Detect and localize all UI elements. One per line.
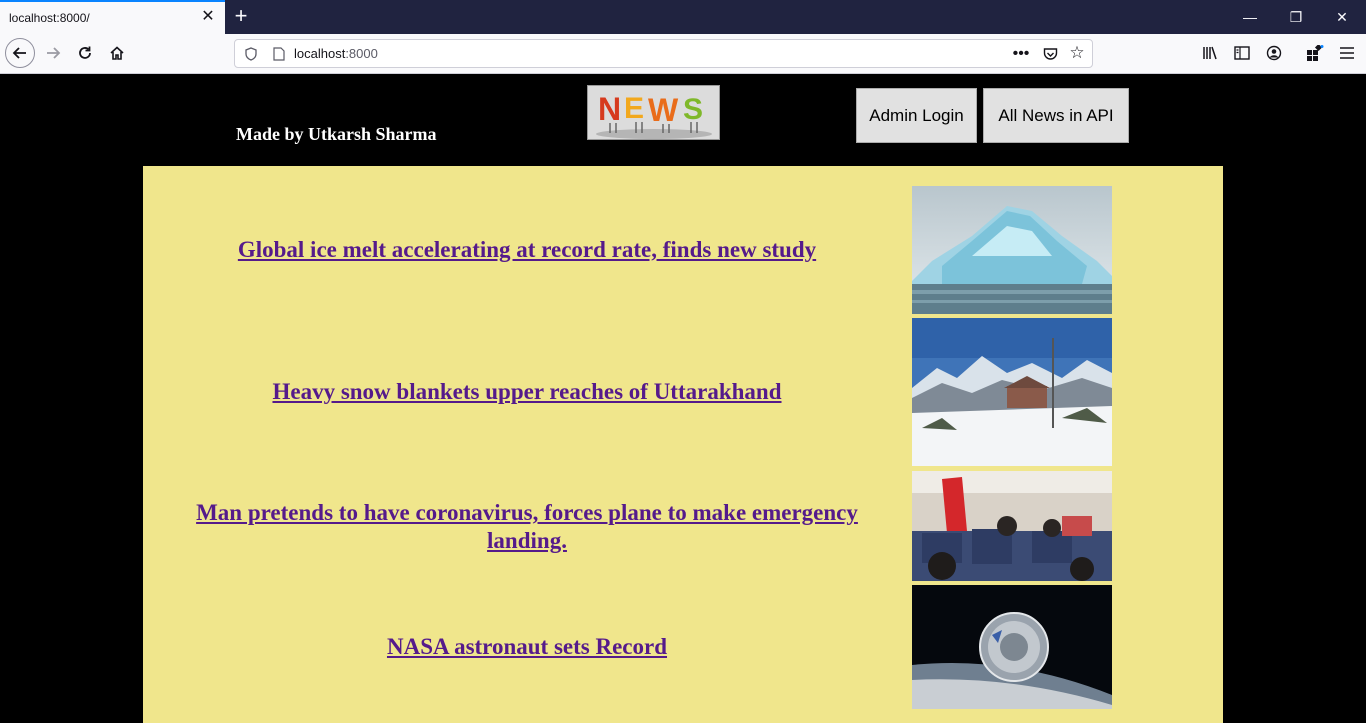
tab-title: localhost:8000/ [9, 11, 90, 25]
restore-icon[interactable]: ❐ [1281, 6, 1311, 28]
iceberg-photo-art [912, 186, 1112, 314]
account-icon[interactable] [1265, 44, 1283, 62]
reload-icon [79, 46, 91, 59]
airplane-cabin-photo[interactable] [912, 471, 1112, 581]
library-icon[interactable] [1201, 44, 1219, 62]
author-credit: Made by Utkarsh Sharma [236, 124, 437, 144]
pocket-icon[interactable] [1041, 45, 1059, 63]
address-bar[interactable]: localhost:8000 ••• ☆ [234, 39, 1093, 68]
back-button[interactable] [5, 38, 35, 68]
news-logo: N E W S [587, 85, 720, 140]
back-arrow-icon [12, 47, 26, 59]
news-logo-art: N E W S [588, 86, 719, 139]
admin-login-button[interactable]: Admin Login [856, 88, 977, 143]
forward-arrow-icon [47, 47, 61, 59]
page-content: Made by Utkarsh Sharma N E W S Admin Log… [0, 74, 1366, 723]
snowy-mountains-photo-art [912, 318, 1112, 466]
navigation-bar: localhost:8000 ••• ☆ [0, 34, 1366, 74]
tab-bar: localhost:8000/ ✕ + — ❐ ✕ [0, 0, 1366, 34]
new-tab-icon[interactable]: + [229, 4, 253, 28]
logo-letter: S [683, 93, 703, 126]
news-item: Heavy snow blankets upper reaches of Utt… [143, 318, 1223, 466]
shield-icon[interactable] [243, 46, 259, 62]
news-headline-link[interactable]: Global ice melt accelerating at record r… [173, 236, 881, 264]
url-text: localhost:8000 [294, 46, 378, 61]
snowy-mountains-photo[interactable] [912, 318, 1112, 466]
logo-letter: W [648, 92, 679, 128]
menu-icon[interactable] [1338, 44, 1356, 62]
logo-letter: N [598, 91, 621, 127]
airplane-cabin-photo-art [912, 471, 1112, 581]
page-actions-icon[interactable]: ••• [1011, 45, 1031, 63]
news-item: Man pretends to have coronavirus, forces… [143, 471, 1223, 581]
page-icon [271, 46, 287, 62]
space-capsule-photo-art [912, 585, 1112, 709]
iceberg-photo[interactable] [912, 186, 1112, 314]
url-port: :8000 [345, 46, 378, 61]
close-tab-icon[interactable]: ✕ [199, 8, 217, 26]
reload-button[interactable] [70, 38, 100, 68]
browser-tab[interactable]: localhost:8000/ ✕ [0, 0, 225, 34]
extensions-icon[interactable] [1305, 44, 1325, 62]
news-list: Global ice melt accelerating at record r… [143, 166, 1223, 723]
logo-letter: E [624, 92, 644, 125]
bookmark-star-icon[interactable]: ☆ [1068, 43, 1086, 62]
news-headline-link[interactable]: Heavy snow blankets upper reaches of Utt… [173, 378, 881, 406]
minimize-icon[interactable]: — [1235, 6, 1265, 28]
sidebar-icon[interactable] [1233, 44, 1251, 62]
window-close-icon[interactable]: ✕ [1327, 6, 1357, 28]
home-icon [110, 46, 124, 60]
home-button[interactable] [102, 38, 132, 68]
news-item: Global ice melt accelerating at record r… [143, 186, 1223, 314]
space-capsule-photo[interactable] [912, 585, 1112, 709]
news-headline-link[interactable]: Man pretends to have coronavirus, forces… [173, 499, 881, 555]
news-headline-link[interactable]: NASA astronaut sets Record [173, 633, 881, 661]
url-host: localhost [294, 46, 346, 61]
news-item: NASA astronaut sets Record [143, 585, 1223, 709]
all-news-api-button[interactable]: All News in API [983, 88, 1129, 143]
forward-button[interactable] [38, 38, 68, 68]
